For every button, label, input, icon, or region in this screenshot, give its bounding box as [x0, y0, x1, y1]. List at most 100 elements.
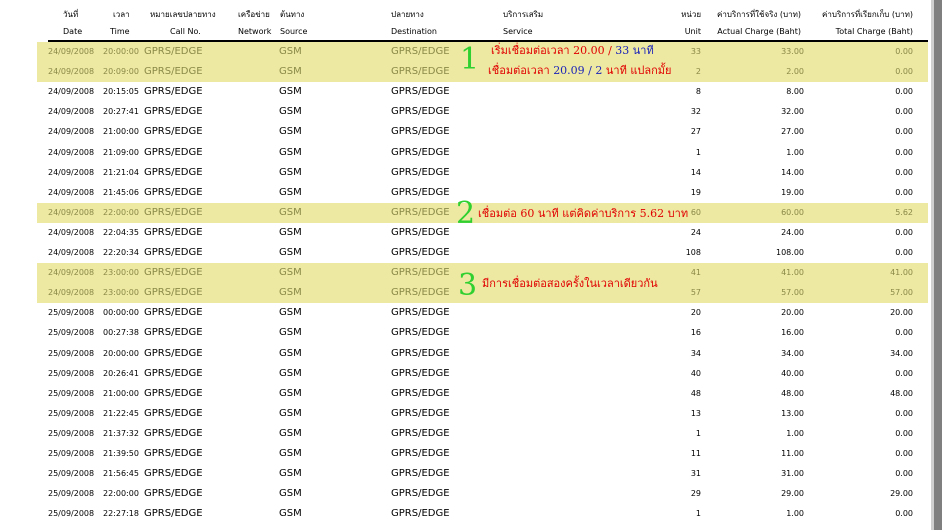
- header-service: Service: [503, 27, 533, 36]
- page-edge: [934, 0, 942, 530]
- cell-date: 25/09/2008: [48, 308, 95, 318]
- cell-time: 21:00:00: [103, 388, 139, 398]
- cell-unit: 16: [690, 328, 701, 338]
- cell-time: 20:00:00: [103, 348, 139, 358]
- cell-total: 0.00: [895, 227, 913, 237]
- annotation-1-line-1-blue: 33 นาที: [615, 44, 654, 57]
- cell-time: 21:22:45: [103, 408, 139, 418]
- annotation-1-line-1-red: เริ่มเชื่อมต่อเวลา 20.00 /: [491, 44, 616, 57]
- cell-time: 23:00:00: [103, 288, 139, 298]
- cell-destination: GPRS/EDGE: [391, 106, 450, 118]
- cell-unit: 2: [695, 67, 701, 77]
- annotation-3-text: มีการเชื่อมต่อสองครั้งในเวลาเดียวกัน: [482, 277, 658, 290]
- cell-destination: GPRS/EDGE: [391, 508, 450, 520]
- cell-actual: 34.00: [781, 348, 804, 358]
- cell-actual: 8.00: [786, 87, 804, 97]
- cell-date: 24/09/2008: [48, 207, 95, 217]
- table-row: 24/09/2008 20:27:41 GPRS/EDGE GSM GPRS/EDGE 3…: [0, 102, 930, 122]
- cell-call-no: GPRS/EDGE: [144, 267, 203, 279]
- cell-date: 25/09/2008: [48, 388, 95, 398]
- cell-call-no: GPRS/EDGE: [144, 247, 203, 258]
- header-callno: Call No.: [170, 27, 201, 36]
- cell-call-no: GPRS/EDGE: [144, 508, 203, 520]
- cell-unit: 20: [690, 308, 701, 318]
- cell-call-no: GPRS/EDGE: [144, 46, 203, 57]
- cell-destination: GPRS/EDGE: [391, 186, 450, 198]
- header-callno-thai: หมายเลขปลายทาง: [150, 10, 216, 19]
- cell-actual: 33.00: [781, 47, 804, 56]
- cell-call-no: GPRS/EDGE: [144, 126, 203, 138]
- cell-source: GSM: [279, 166, 302, 178]
- cell-actual: 16.00: [781, 328, 804, 338]
- cell-actual: 48.00: [781, 388, 804, 398]
- header-unit: Unit: [684, 27, 701, 36]
- cell-actual: 29.00: [781, 489, 804, 499]
- table-row: 25/09/2008 22:00:00 GPRS/EDGE GSM GPRS/EDGE 2…: [0, 484, 930, 504]
- cell-date: 25/09/2008: [48, 469, 95, 479]
- cell-time: 21:56:45: [103, 469, 139, 479]
- table-row: 25/09/2008 20:26:41 GPRS/EDGE GSM GPRS/EDGE 4…: [0, 364, 930, 384]
- cell-source: GSM: [279, 508, 302, 520]
- cell-unit: 32: [690, 107, 701, 117]
- cell-total: 29.00: [890, 489, 913, 499]
- cell-call-no: GPRS/EDGE: [144, 106, 203, 118]
- cell-date: 25/09/2008: [48, 509, 95, 519]
- cell-total: 0.00: [895, 187, 913, 197]
- cell-source: GSM: [279, 407, 302, 419]
- cell-actual: 57.00: [781, 288, 804, 298]
- header-total-thai: ค่าบริการที่เรียกเก็บ (บาท): [822, 10, 913, 19]
- cell-call-no: GPRS/EDGE: [144, 347, 203, 359]
- cell-unit: 48: [690, 388, 701, 398]
- cell-unit: 34: [690, 348, 701, 358]
- cell-source: GSM: [279, 86, 302, 98]
- table-header: วันที่ เวลา หมายเลขปลายทาง เครือข่าย ต้น…: [0, 0, 930, 42]
- cell-unit: 14: [690, 167, 701, 177]
- cell-call-no: GPRS/EDGE: [144, 186, 203, 198]
- cell-unit: 29: [690, 489, 701, 499]
- header-unit-thai: หน่วย: [681, 10, 701, 19]
- cell-time: 00:00:00: [103, 308, 139, 318]
- cell-call-no: GPRS/EDGE: [144, 206, 203, 218]
- cell-destination: GPRS/EDGE: [391, 307, 450, 319]
- annotation-1-line-2-red-b: นาที แปลกมั้ย: [602, 64, 672, 77]
- cell-date: 25/09/2008: [48, 428, 95, 438]
- table-row: 25/09/2008 21:56:45 GPRS/EDGE GSM GPRS/EDGE 3…: [0, 464, 930, 484]
- table-row: 25/09/2008 21:37:32 GPRS/EDGE GSM GPRS/EDGE 1…: [0, 424, 930, 444]
- cell-time: 21:21:04: [103, 167, 139, 177]
- annotation-1-line-2: เชื่อมต่อเวลา 20.09 / 2 นาที แปลกมั้ย: [488, 64, 672, 77]
- cell-date: 25/09/2008: [48, 408, 95, 418]
- cell-total: 0.00: [895, 87, 913, 97]
- cell-date: 25/09/2008: [48, 328, 95, 338]
- cell-call-no: GPRS/EDGE: [144, 287, 203, 299]
- cell-total: 34.00: [890, 348, 913, 358]
- cell-total: 0.00: [895, 368, 913, 378]
- cell-date: 24/09/2008: [48, 147, 95, 157]
- cell-call-no: GPRS/EDGE: [144, 66, 203, 78]
- cell-actual: 1.00: [786, 509, 804, 519]
- cell-actual: 11.00: [781, 449, 804, 458]
- cell-actual: 41.00: [781, 268, 804, 278]
- cell-unit: 19: [690, 187, 701, 197]
- cell-source: GSM: [279, 488, 302, 500]
- cell-time: 22:20:34: [103, 248, 139, 257]
- cell-destination: GPRS/EDGE: [391, 287, 450, 299]
- header-actual-thai: ค่าบริการที่ใช้จริง (บาท): [717, 10, 801, 19]
- cell-unit: 24: [690, 227, 701, 237]
- cell-date: 25/09/2008: [48, 348, 95, 358]
- cell-actual: 2.00: [786, 67, 804, 77]
- cell-call-no: GPRS/EDGE: [144, 86, 203, 98]
- cell-date: 24/09/2008: [48, 67, 95, 77]
- cell-source: GSM: [279, 226, 302, 238]
- cell-date: 25/09/2008: [48, 489, 95, 499]
- cell-time: 00:27:38: [103, 328, 139, 338]
- cell-total: 0.00: [895, 127, 913, 137]
- cell-time: 21:39:50: [103, 449, 139, 458]
- annotation-2-text: เชื่อมต่อ 60 นาที แต่คิดค่าบริการ 5.62 บ…: [478, 207, 689, 220]
- table-row: 24/09/2008 21:21:04 GPRS/EDGE GSM GPRS/EDGE 1…: [0, 163, 930, 183]
- cell-source: GSM: [279, 66, 302, 78]
- cell-unit: 40: [690, 368, 701, 378]
- cell-date: 24/09/2008: [48, 107, 95, 117]
- cell-unit: 33: [690, 47, 701, 56]
- cell-actual: 60.00: [781, 207, 804, 217]
- cell-total: 0.00: [895, 47, 913, 56]
